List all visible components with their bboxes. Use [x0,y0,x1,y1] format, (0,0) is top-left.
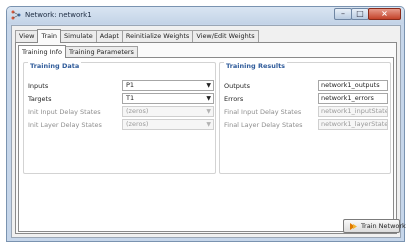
final-input-delay-field: network1_inputStates [318,106,388,117]
targets-select[interactable]: T1 ▼ [122,93,214,104]
train-arrow-icon [350,223,357,230]
neural-network-icon [11,10,21,20]
final-layer-delay-field: network1_layerStates [318,119,388,130]
final-layer-delay-label: Final Layer Delay States [224,121,303,129]
errors-label: Errors [224,95,244,103]
train-network-button[interactable]: Train Network [343,219,406,233]
init-layer-delay-value: (zeros) [126,120,149,128]
train-network-label: Train Network [361,222,406,230]
targets-value: T1 [126,94,135,102]
init-layer-delay-select: (zeros) ▼ [122,119,214,130]
tab-reinitialize-weights[interactable]: Reinitialize Weights [121,30,194,42]
errors-row: Errors network1_errors [224,93,388,104]
main-tab-strip: View Train Simulate Adapt Reinitialize W… [15,29,259,43]
subtab-training-info[interactable]: Training Info [18,45,67,58]
init-input-delay-label: Init Input Delay States [28,108,101,116]
errors-field[interactable]: network1_errors [318,93,388,104]
training-info-panel: Training Data Inputs P1 ▼ Targets T1 ▼ I… [18,57,394,232]
outputs-row: Outputs network1_outputs [224,80,388,91]
inputs-row: Inputs P1 ▼ [28,80,214,91]
inputs-label: Inputs [28,82,49,90]
title-bar: Network: network1 – □ × [7,7,404,24]
close-button[interactable]: × [368,8,401,20]
training-data-title: Training Data [28,62,82,70]
tab-train[interactable]: Train [37,29,62,43]
inputs-value: P1 [126,81,135,89]
tab-view[interactable]: View [15,30,39,42]
targets-row: Targets T1 ▼ [28,93,214,104]
training-results-title: Training Results [224,62,288,70]
chevron-down-icon: ▼ [206,95,211,102]
tab-view-edit-weights[interactable]: View/Edit Weights [192,30,259,42]
final-input-delay-label: Final Input Delay States [224,108,302,116]
training-data-group: Training Data Inputs P1 ▼ Targets T1 ▼ I… [23,62,216,174]
final-layer-delay-row: Final Layer Delay States network1_layerS… [224,119,388,130]
window-client: View Train Simulate Adapt Reinitialize W… [11,25,406,238]
init-input-delay-row: Init Input Delay States (zeros) ▼ [28,106,214,117]
chevron-down-icon: ▼ [206,108,211,115]
minimize-button[interactable]: – [334,8,352,20]
training-results-group: Training Results Outputs network1_output… [219,62,391,174]
chevron-down-icon: ▼ [206,121,211,128]
final-input-delay-row: Final Input Delay States network1_inputS… [224,106,388,117]
init-layer-delay-label: Init Layer Delay States [28,121,102,129]
chevron-down-icon: ▼ [206,82,211,89]
inputs-select[interactable]: P1 ▼ [122,80,214,91]
subtab-training-parameters[interactable]: Training Parameters [65,46,138,57]
maximize-button[interactable]: □ [351,8,369,20]
init-layer-delay-row: Init Layer Delay States (zeros) ▼ [28,119,214,130]
outputs-field[interactable]: network1_outputs [318,80,388,91]
window-title: Network: network1 [25,11,92,19]
init-input-delay-value: (zeros) [126,107,149,115]
outputs-label: Outputs [224,82,250,90]
tab-simulate[interactable]: Simulate [60,30,97,42]
app-window: Network: network1 – □ × View Train Simul… [6,6,406,242]
tab-adapt[interactable]: Adapt [95,30,123,42]
targets-label: Targets [28,95,52,103]
init-input-delay-select: (zeros) ▼ [122,106,214,117]
train-panel: Training Info Training Parameters Traini… [15,42,397,234]
